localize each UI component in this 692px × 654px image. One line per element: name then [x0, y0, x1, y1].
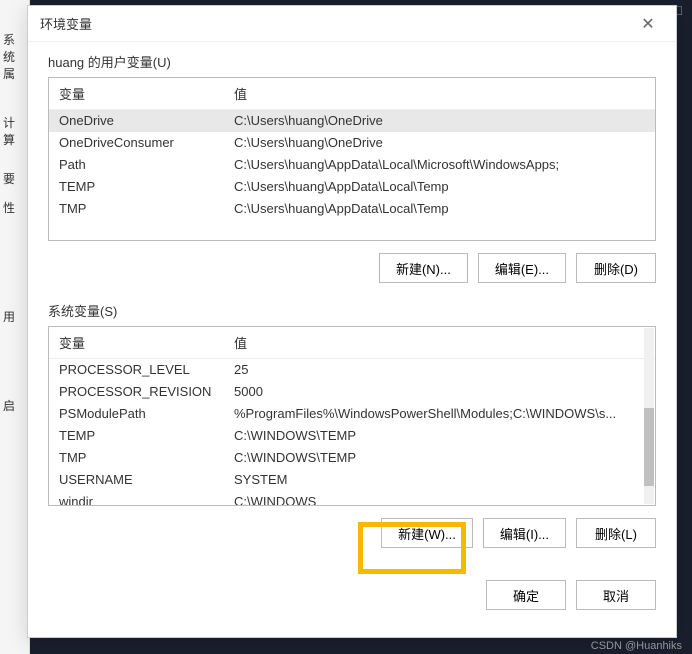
titlebar: 环境变量 ✕ — [28, 6, 676, 42]
system-vars-label: 系统变量(S) — [48, 301, 656, 320]
col-value-header: 值 — [234, 84, 645, 103]
table-row[interactable]: OneDrive C:\Users\huang\OneDrive — [49, 110, 655, 132]
user-delete-button[interactable]: 删除(D) — [576, 253, 656, 283]
table-row[interactable]: TMP C:\WINDOWS\TEMP — [49, 447, 655, 469]
table-row[interactable]: PSModulePath %ProgramFiles%\WindowsPower… — [49, 403, 655, 425]
system-edit-button[interactable]: 编辑(I)... — [483, 518, 566, 548]
table-row[interactable]: TMP C:\Users\huang\AppData\Local\Temp — [49, 198, 655, 220]
col-value-header: 值 — [234, 333, 645, 352]
col-name-header: 变量 — [59, 333, 234, 352]
cancel-button[interactable]: 取消 — [576, 580, 656, 610]
list-header: 变量 值 — [49, 327, 655, 359]
table-row[interactable]: USERNAME SYSTEM — [49, 469, 655, 491]
col-name-header: 变量 — [59, 84, 234, 103]
table-row[interactable]: PROCESSOR_REVISION 5000 — [49, 381, 655, 403]
table-row[interactable]: TEMP C:\WINDOWS\TEMP — [49, 425, 655, 447]
user-new-button[interactable]: 新建(N)... — [379, 253, 468, 283]
table-row[interactable]: PROCESSOR_LEVEL 25 — [49, 359, 655, 381]
bg-sidebar: 系统属 计算 要 性 用 启 — [0, 25, 29, 420]
user-vars-section: huang 的用户变量(U) 变量 值 OneDrive C:\Users\hu… — [48, 52, 656, 283]
system-vars-list[interactable]: 变量 值 PROCESSOR_LEVEL 25 PROCESSOR_REVISI… — [48, 326, 656, 506]
system-new-button[interactable]: 新建(W)... — [381, 518, 473, 548]
table-row[interactable]: OneDriveConsumer C:\Users\huang\OneDrive — [49, 132, 655, 154]
list-header: 变量 值 — [49, 78, 655, 110]
dialog-title: 环境变量 — [40, 14, 632, 33]
ok-button[interactable]: 确定 — [486, 580, 566, 610]
table-row[interactable]: TEMP C:\Users\huang\AppData\Local\Temp — [49, 176, 655, 198]
scrollbar[interactable] — [644, 328, 654, 504]
table-row[interactable]: Path C:\Users\huang\AppData\Local\Micros… — [49, 154, 655, 176]
user-vars-label: huang 的用户变量(U) — [48, 52, 656, 71]
system-vars-section: 系统变量(S) 变量 值 PROCESSOR_LEVEL 25 PROCESSO… — [48, 301, 656, 548]
scrollbar-thumb[interactable] — [644, 408, 654, 486]
user-vars-list[interactable]: 变量 值 OneDrive C:\Users\huang\OneDrive On… — [48, 77, 656, 241]
env-dialog: 环境变量 ✕ huang 的用户变量(U) 变量 值 OneDrive C:\U… — [27, 5, 677, 638]
close-icon[interactable]: ✕ — [632, 10, 664, 38]
watermark: CSDN @Huanhiks — [591, 640, 682, 652]
system-delete-button[interactable]: 删除(L) — [576, 518, 656, 548]
table-row[interactable]: windir C:\WINDOWS — [49, 491, 655, 506]
user-edit-button[interactable]: 编辑(E)... — [478, 253, 566, 283]
